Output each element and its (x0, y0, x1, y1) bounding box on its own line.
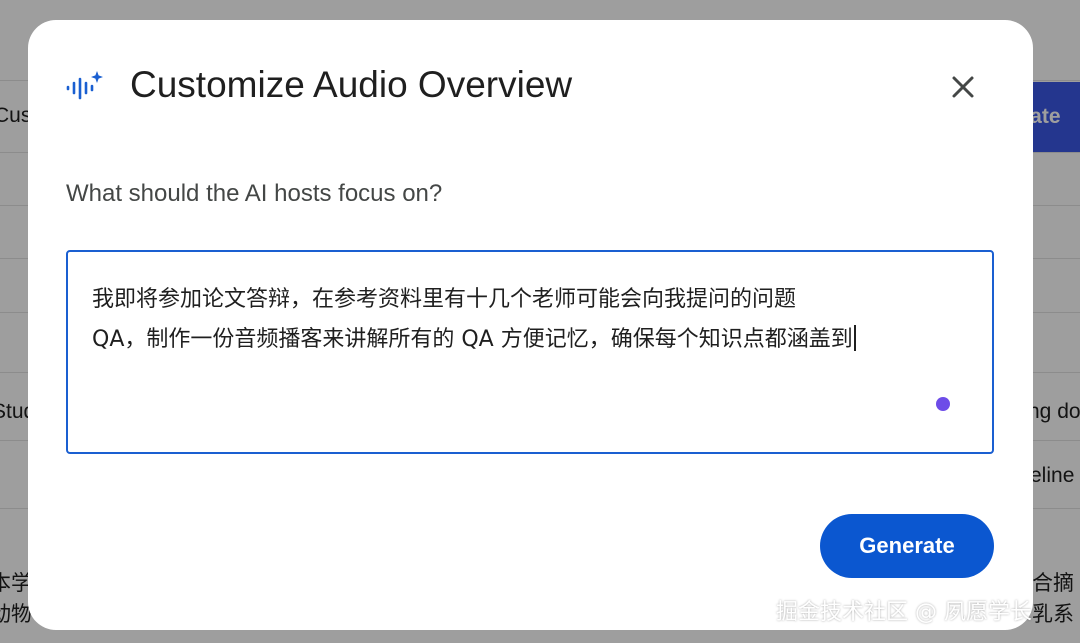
prompt-label: What should the AI hosts focus on? (66, 180, 443, 207)
assistant-status-dot (936, 397, 950, 411)
customize-audio-dialog: Customize Audio Overview What should the… (28, 20, 1033, 630)
prompt-text-line: QA，制作一份音频播客来讲解所有的 QA 方便记忆，确保每个知识点都涵盖到 (92, 327, 853, 352)
watermark-text: 掘金技术社区 @ 夙愿学长 (776, 600, 1032, 625)
close-button[interactable] (944, 68, 982, 106)
audio-sparkle-icon (66, 71, 103, 100)
prompt-text-line: 我即将参加论文答辩，在参考资料里有十几个老师可能会向我提问的问题 (92, 287, 797, 312)
text-caret (853, 325, 856, 351)
close-icon (952, 76, 974, 98)
generate-button[interactable]: Generate (820, 514, 994, 578)
focus-prompt-textarea[interactable]: 我即将参加论文答辩，在参考资料里有十几个老师可能会向我提问的问题 QA，制作一份… (66, 250, 994, 454)
dialog-title: Customize Audio Overview (130, 64, 573, 105)
prompt-text-line-last: QA，制作一份音频播客来讲解所有的 QA 方便记忆，确保每个知识点都涵盖到 (92, 320, 968, 360)
